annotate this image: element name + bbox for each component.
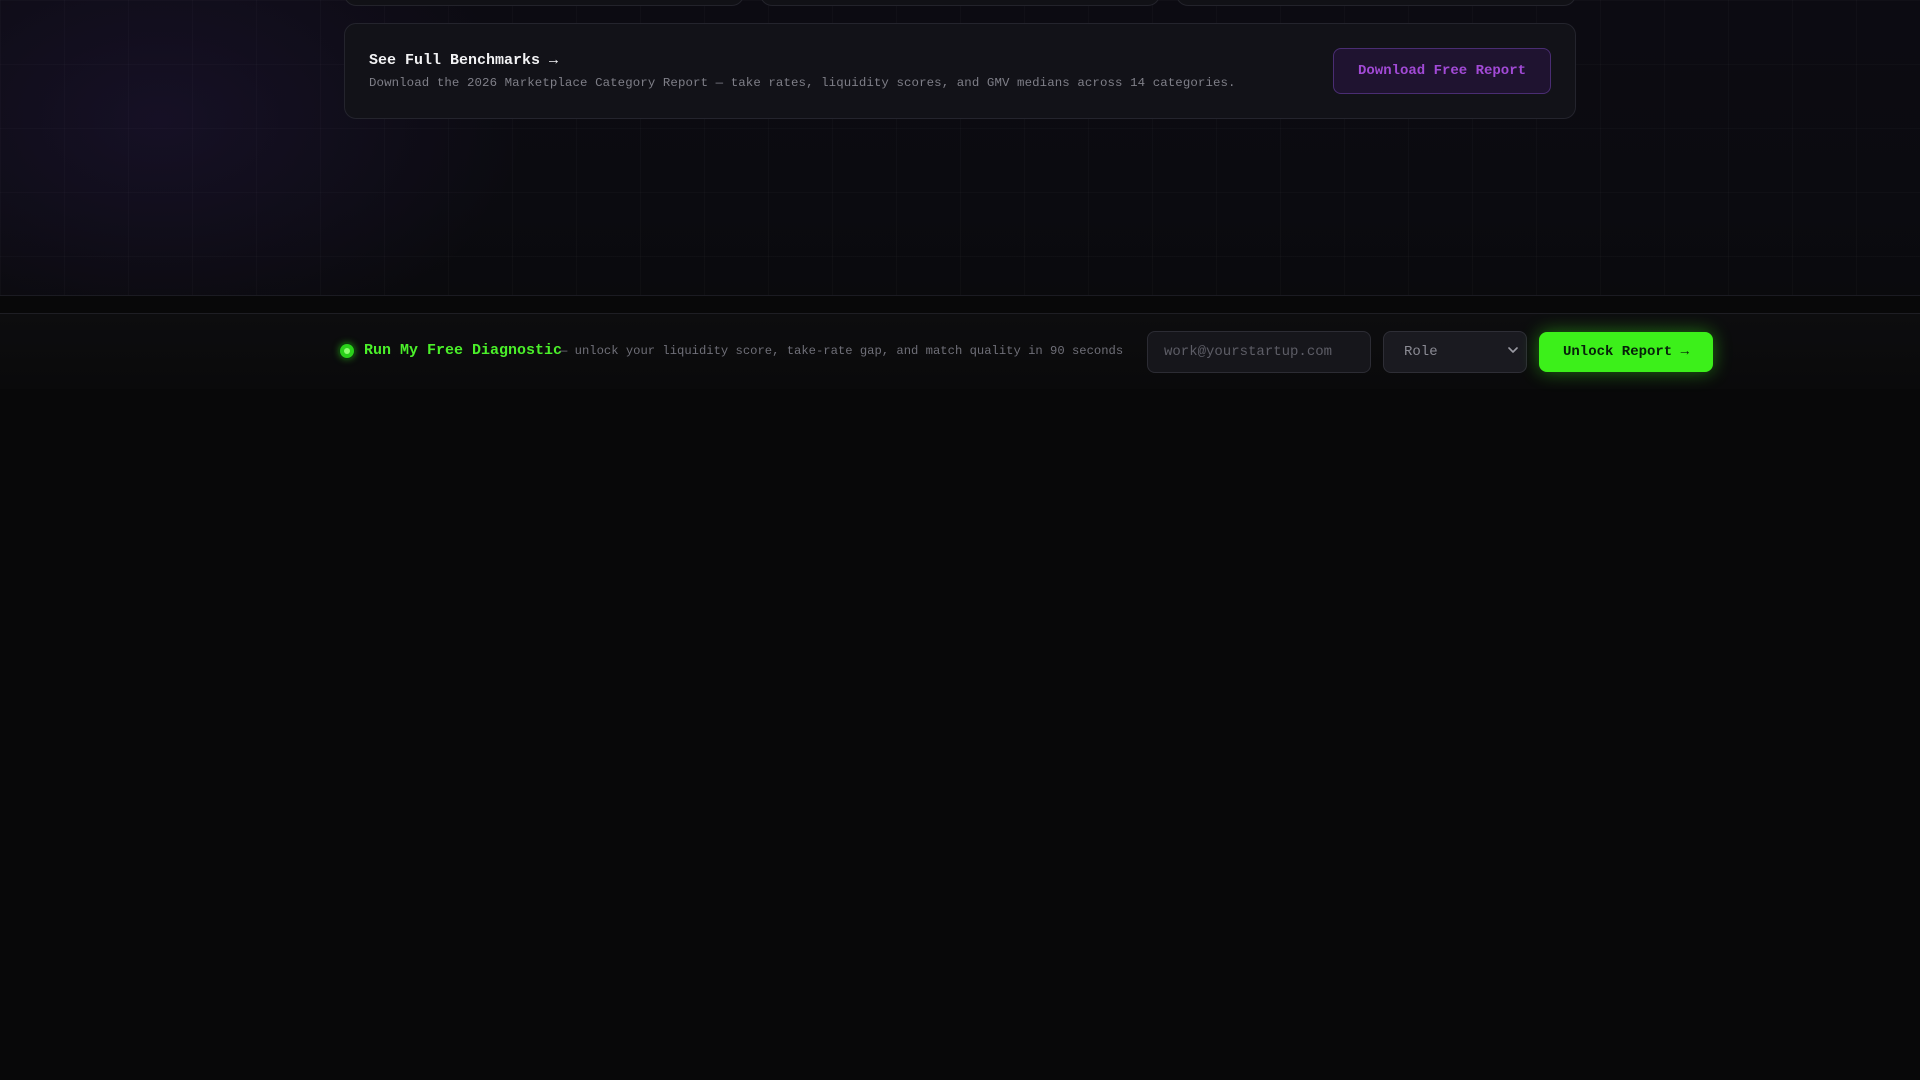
diagnostic-title: Run My Free Diagnostic [364, 342, 563, 359]
status-dot-icon [340, 344, 354, 358]
role-select[interactable]: Role [1383, 331, 1527, 373]
page: See Full Benchmarks → Download the 2026 … [0, 0, 1920, 1080]
unlock-report-button[interactable]: Unlock Report → [1539, 332, 1713, 372]
download-report-button[interactable]: Download Free Report [1333, 48, 1551, 94]
diagnostic-subtitle: — unlock your liquidity score, take-rate… [560, 344, 1124, 358]
email-input[interactable] [1147, 331, 1371, 373]
benchmarks-description: Download the 2026 Marketplace Category R… [369, 76, 1236, 90]
diagnostic-bar: Run My Free Diagnostic — unlock your liq… [0, 313, 1920, 389]
benchmarks-banner: See Full Benchmarks → Download the 2026 … [344, 23, 1576, 119]
section-divider [0, 295, 1920, 296]
content-region: See Full Benchmarks → Download the 2026 … [0, 0, 1920, 296]
card-stub-right [1176, 0, 1576, 6]
card-stub-middle [760, 0, 1160, 6]
benchmarks-title[interactable]: See Full Benchmarks → [369, 52, 558, 69]
card-stub-left [344, 0, 744, 6]
